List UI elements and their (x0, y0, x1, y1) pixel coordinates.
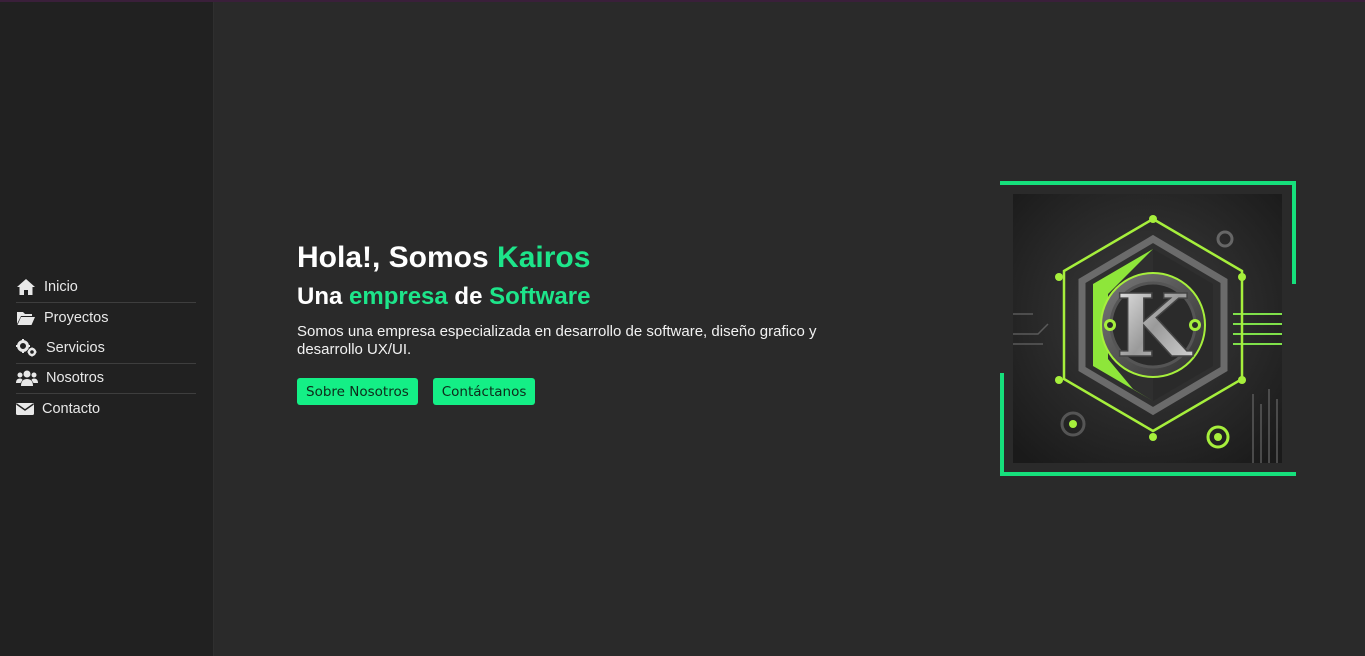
about-us-button[interactable]: Sobre Nosotros (297, 378, 418, 405)
nav-label-nosotros: Nosotros (46, 370, 105, 387)
nav-item-contacto[interactable]: Contacto (16, 394, 196, 425)
nav-item-inicio[interactable]: Inicio (16, 272, 196, 303)
hero-subtitle-part1: Una (297, 283, 350, 310)
frame-border-right (1292, 181, 1296, 284)
frame-border-bottom (1000, 472, 1296, 476)
logo-letter: K (1116, 276, 1194, 377)
nav-label-proyectos: Proyectos (44, 309, 109, 326)
nav-label-servicios: Servicios (46, 339, 105, 356)
hero-title-brand: Kairos (497, 241, 591, 274)
nav-item-nosotros[interactable]: Nosotros (16, 364, 196, 394)
hero-subtitle-accent1: empresa (349, 283, 448, 310)
frame-border-left (1000, 373, 1004, 476)
nav-item-proyectos[interactable]: Proyectos (16, 303, 196, 334)
hero-title: Hola!, Somos Kairos (297, 238, 857, 278)
hero-subtitle-part2: de (447, 283, 490, 310)
users-icon (16, 369, 38, 387)
frame-border-top (1000, 181, 1296, 185)
logo-frame: K (1000, 181, 1296, 476)
envelope-icon (16, 400, 34, 418)
sidebar-nav: Inicio Proyectos Servicios Nosotros Cont… (16, 272, 196, 425)
gears-icon (16, 338, 38, 357)
hero-section: Hola!, Somos Kairos Una empresa de Softw… (297, 238, 857, 405)
nav-label-contacto: Contacto (42, 401, 101, 418)
contact-button[interactable]: Contáctanos (432, 378, 536, 405)
folder-open-icon (16, 309, 36, 327)
hero-subtitle: Una empresa de Software (297, 281, 857, 313)
sidebar: Inicio Proyectos Servicios Nosotros Cont… (0, 2, 214, 656)
nav-item-servicios[interactable]: Servicios (16, 333, 196, 364)
kairos-logo: K (1013, 194, 1282, 463)
nav-label-inicio: Inicio (44, 278, 78, 295)
hero-subtitle-accent2: Software (489, 283, 591, 310)
hero-description: Somos una empresa especializada en desar… (297, 323, 817, 358)
hero-title-prefix: Hola!, Somos (297, 241, 498, 274)
home-icon (16, 278, 36, 296)
hero-buttons: Sobre Nosotros Contáctanos (297, 378, 857, 405)
